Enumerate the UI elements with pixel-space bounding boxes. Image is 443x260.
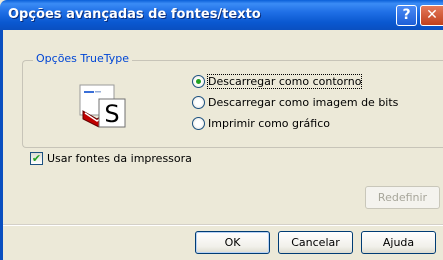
radio-download-outline[interactable]: Descarregar como contorno (192, 73, 363, 89)
title-bar[interactable]: Opções avançadas de fontes/texto ? ✕ (0, 0, 443, 30)
close-button[interactable]: ✕ (420, 5, 443, 26)
radio-label: Descarregar como contorno (206, 73, 363, 89)
radio-button[interactable] (192, 116, 205, 130)
close-icon: ✕ (426, 7, 438, 23)
truetype-font-icon: S (79, 84, 126, 128)
radio-button-selected[interactable] (192, 74, 205, 88)
radio-label: Imprimir como gráfico (208, 116, 330, 130)
cancel-button[interactable]: Cancelar (278, 231, 353, 254)
radio-print-graphic[interactable]: Imprimir como gráfico (192, 115, 330, 131)
truetype-group-label: Opções TrueType (33, 52, 133, 65)
footer-divider (3, 224, 443, 226)
help-title-button[interactable]: ? (396, 5, 417, 26)
dialog-window: Opções avançadas de fontes/texto ? ✕ Opç… (0, 0, 443, 260)
radio-label: Descarregar como imagem de bits (208, 95, 399, 109)
checkbox-label: Usar fontes da impressora (47, 151, 192, 165)
question-mark-icon: ? (402, 7, 411, 23)
help-button[interactable]: Ajuda (361, 231, 436, 254)
svg-text:S: S (104, 100, 119, 128)
window-title: Opções avançadas de fontes/texto (8, 7, 261, 22)
radio-download-bitmap[interactable]: Descarregar como imagem de bits (192, 94, 398, 110)
radio-button[interactable] (192, 95, 205, 109)
ok-button[interactable]: OK (195, 231, 270, 254)
checkbox-checked[interactable]: ✔ (30, 151, 43, 165)
reset-button[interactable]: Redefinir (365, 186, 440, 209)
use-printer-fonts-option[interactable]: ✔ Usar fontes da impressora (30, 150, 192, 166)
